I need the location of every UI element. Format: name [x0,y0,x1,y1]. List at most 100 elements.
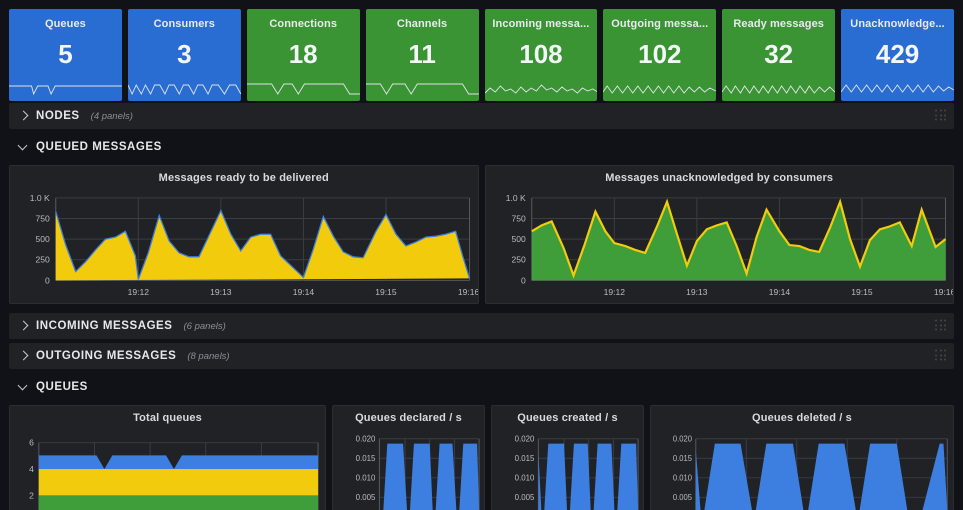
row-header-incoming-messages[interactable]: INCOMING MESSAGES (6 panels) [9,313,954,339]
ytick-label: 4 [29,464,34,474]
panel-title: Queues created / s [517,412,618,424]
row-title: NODES [36,110,80,122]
xtick-label: 19:13 [686,287,708,297]
sparkline-chart [127,83,241,96]
plot-area: 1.0 K 750 500 250 0 19:12 19:13 19:14 19… [10,190,478,303]
xtick-label: 19:16 [458,287,478,297]
ytick-label: 0.020 [356,435,376,444]
row-header-outgoing-messages[interactable]: OUTGOING MESSAGES (8 panels) [9,343,954,369]
panel-title: Messages unacknowledged by consumers [605,172,834,184]
stat-value: 11 [408,39,436,69]
sparkline-chart [722,85,836,94]
stat-panel-consumers[interactable]: Consumers 3 [127,9,241,101]
xtick-label: 19:12 [603,287,625,297]
plot-area: 1.0 K 750 500 250 0 19:12 19:13 19:14 19… [486,190,953,303]
queues-created-chart: 0.020 0.015 0.010 0.005 [515,435,639,510]
ytick-label: 0.015 [673,454,692,463]
row-panel-count: (4 panels) [90,110,133,122]
stat-panel-outgoing-messages[interactable]: Outgoing messa... 102 [603,9,717,101]
row-title: QUEUES [36,381,88,393]
xtick-label: 19:14 [293,287,315,297]
stat-title: Queues [44,18,86,30]
sparkline-path [841,84,954,93]
messages-unacknowledged-chart: 1.0 K 750 500 250 0 19:12 19:13 19:14 19… [505,193,953,297]
series-band-yellow [38,469,319,496]
stat-panel-ready-messages[interactable]: Ready messages 32 [722,9,836,101]
row-header-queues[interactable]: QUEUES [9,374,954,400]
stat-panel-row: Queues 5 Consumers 3 Connections 18 Chan… [0,0,963,101]
ytick-label: 250 [511,255,526,265]
stat-value: 108 [519,39,563,69]
queues-deleted-chart: 0.020 0.015 0.010 0.005 [673,435,948,510]
panel-messages-unacknowledged[interactable]: Messages unacknowledged by consumers 1.0… [484,165,954,304]
row-header-queued-messages[interactable]: QUEUED MESSAGES [9,134,954,160]
panel-queues-declared[interactable]: Queues declared / s 0.020 0.015 0.010 0.… [332,405,485,510]
stat-value: 32 [764,39,794,69]
sparkline-chart [484,84,598,94]
ytick-label: 0.020 [673,435,692,444]
ytick-label: 2 [29,490,34,500]
panel-title: Queues deleted / s [752,412,852,424]
stat-title: Incoming messa... [492,18,590,30]
queues-panel-row: Total queues 6 4 2 Queues declared / s 0… [0,405,963,510]
xtick-label: 19:16 [933,287,953,297]
ytick-label: 500 [36,234,51,244]
ytick-label: 0.010 [515,474,535,483]
xtick-label: 19:15 [851,287,873,297]
sparkline-path [9,85,122,96]
drag-handle-icon[interactable] [935,109,948,123]
xtick-label: 19:15 [375,287,397,297]
ytick-label: 0 [521,275,526,285]
series-band-blue [38,455,319,470]
panel-title: Total queues [133,412,202,424]
drag-handle-icon[interactable] [935,319,948,333]
row-header-nodes[interactable]: NODES (4 panels) [9,103,954,129]
stat-value: 18 [288,39,318,69]
chevron-right-icon [18,320,30,332]
stat-panel-connections[interactable]: Connections 18 [246,9,360,101]
messages-ready-chart: 1.0 K 750 500 250 0 19:12 19:13 19:14 19… [30,193,478,297]
stat-value: 429 [875,39,920,69]
stat-value: 3 [177,39,192,69]
sparkline-path [365,83,479,95]
stat-panel-channels[interactable]: Channels 11 [365,9,479,101]
chevron-down-icon [18,141,30,153]
row-title: QUEUED MESSAGES [36,141,162,153]
stat-panel-queues[interactable]: Queues 5 [9,9,122,101]
sparkline-chart [246,83,360,95]
ytick-label: 0.005 [515,493,535,502]
total-queues-chart: 6 4 2 [29,438,319,510]
chevron-right-icon [18,350,30,362]
ytick-label: 250 [36,255,51,265]
drag-handle-icon[interactable] [935,349,948,363]
ytick-label: 500 [511,234,526,244]
ytick-label: 1.0 K [30,193,50,203]
sparkline-chart [9,85,122,96]
panel-title: Queues declared / s [355,412,462,424]
panel-messages-ready[interactable]: Messages ready to be delivered 1.0 K 750… [9,165,479,304]
ytick-label: 0.020 [515,435,535,444]
stat-value: 5 [58,39,73,69]
ytick-label: 0.015 [515,454,535,463]
row-title: OUTGOING MESSAGES [36,350,177,362]
stat-panel-incoming-messages[interactable]: Incoming messa... 108 [484,9,598,101]
sparkline-path [127,83,241,96]
stat-title: Unacknowledge... [850,18,945,30]
row-title: INCOMING MESSAGES [36,320,173,332]
series-band-green [38,495,319,510]
panel-total-queues[interactable]: Total queues 6 4 2 [9,405,326,510]
stat-panel-unacknowledged[interactable]: Unacknowledge... 429 [841,9,954,101]
stat-title: Outgoing messa... [611,18,709,30]
plot-area: 0.020 0.015 0.010 0.005 [333,430,484,510]
sparkline-chart [841,84,954,93]
sparkline-path [246,83,360,95]
panel-title: Messages ready to be delivered [158,172,329,184]
xtick-label: 19:14 [768,287,790,297]
sparkline-chart [365,83,479,95]
sparkline-chart [603,85,717,94]
sparkline-path [603,85,717,94]
queued-messages-panel-row: Messages ready to be delivered 1.0 K 750… [0,165,963,304]
stat-title: Connections [269,18,338,30]
panel-queues-deleted[interactable]: Queues deleted / s 0.020 0.015 0.010 0.0… [650,405,954,510]
panel-queues-created[interactable]: Queues created / s 0.020 0.015 0.010 0.0… [491,405,644,510]
